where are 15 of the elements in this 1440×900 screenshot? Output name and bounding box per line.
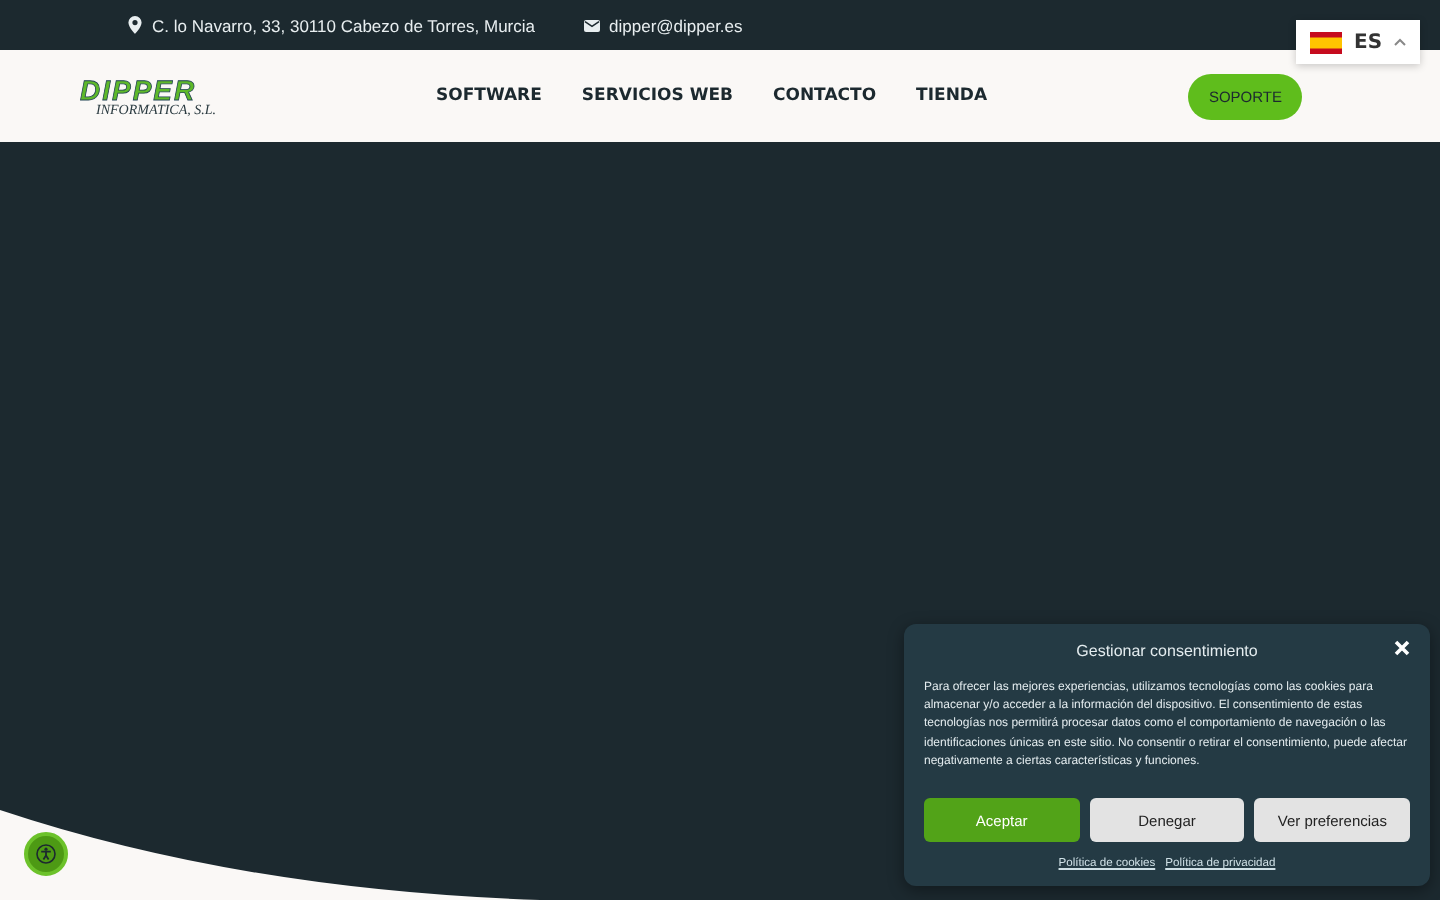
caret-up-icon	[1394, 38, 1407, 46]
dialog-title: Gestionar consentimiento	[1076, 641, 1258, 659]
address-text: C. lo Navarro, 33, 30110 Cabezo de Torres, Murcia	[128, 15, 536, 35]
email-link[interactable]: dipper@dipper.es	[583, 15, 743, 35]
close-button[interactable]	[1394, 640, 1410, 656]
nav-link[interactable]: SOFTWARE	[436, 86, 542, 106]
nav-link[interactable]: TIENDA	[916, 86, 988, 106]
spain-flag-icon	[1310, 31, 1342, 53]
close-icon	[1394, 640, 1410, 656]
language-selector[interactable]: ES	[1296, 20, 1420, 64]
envelope-icon	[583, 19, 600, 31]
nav-link[interactable]: SERVICIOS WEB	[581, 86, 733, 106]
location-pin-icon	[128, 16, 142, 34]
nav-link[interactable]: CONTACTO	[772, 86, 877, 106]
accessibility-icon	[36, 844, 56, 864]
